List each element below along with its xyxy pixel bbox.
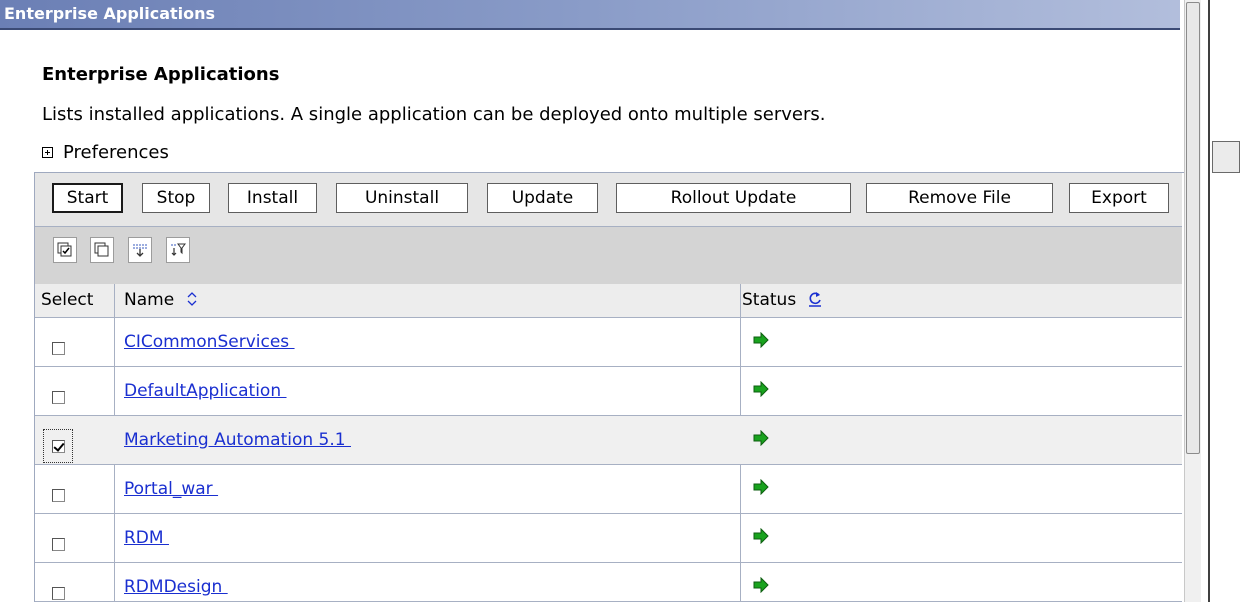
vertical-scrollbar[interactable] — [1184, 0, 1201, 602]
started-arrow-icon — [753, 332, 769, 348]
app-link[interactable]: Portal_war — [124, 479, 218, 499]
sort-icon[interactable] — [186, 291, 198, 307]
scrollbar-thumb[interactable] — [1186, 2, 1200, 454]
title-bar: Enterprise Applications — [0, 0, 1180, 30]
table-row-selected: Marketing Automation 5.1 — [35, 416, 1182, 465]
app-link[interactable]: CICommonServices — [124, 332, 295, 352]
table-row: Portal_war — [35, 465, 1182, 514]
stop-button[interactable]: Stop — [142, 183, 210, 213]
row-checkbox[interactable] — [52, 342, 65, 355]
name-column-label: Name — [124, 290, 175, 310]
page-description: Lists installed applications. A single a… — [42, 104, 826, 125]
row-checkbox[interactable] — [52, 440, 65, 453]
table-row: RDM — [35, 514, 1182, 563]
filter-icon[interactable] — [166, 237, 190, 263]
select-all-icon[interactable] — [53, 237, 77, 263]
uninstall-button[interactable]: Uninstall — [336, 183, 468, 213]
table-header-row: Select Name Status — [35, 284, 1182, 318]
update-button[interactable]: Update — [487, 183, 598, 213]
started-arrow-icon — [753, 430, 769, 446]
page: Enterprise Applications Enterprise Appli… — [0, 0, 1240, 602]
app-link[interactable]: RDMDesign — [124, 577, 228, 597]
title-bar-text: Enterprise Applications — [4, 4, 216, 23]
started-arrow-icon — [753, 479, 769, 495]
outer-scrollbar-thumb[interactable] — [1212, 141, 1240, 173]
table-row: RDMDesign — [35, 563, 1182, 602]
remove-file-button[interactable]: Remove File — [866, 183, 1053, 213]
status-column-header: Status — [742, 290, 822, 310]
rollout-update-button[interactable]: Rollout Update — [616, 183, 851, 213]
deselect-all-icon[interactable] — [90, 237, 114, 263]
table-row: CICommonServices — [35, 318, 1182, 367]
outer-scrollbar[interactable] — [1210, 0, 1240, 602]
row-checkbox[interactable] — [52, 538, 65, 551]
table-row: DefaultApplication — [35, 367, 1182, 416]
page-heading: Enterprise Applications — [42, 64, 280, 85]
action-toolbar: Start Stop Install Uninstall Update Roll… — [35, 173, 1182, 227]
name-column-header[interactable]: Name — [124, 290, 198, 310]
install-button[interactable]: Install — [228, 183, 317, 213]
row-checkbox[interactable] — [52, 391, 65, 404]
row-checkbox[interactable] — [52, 587, 65, 600]
expand-all-icon[interactable] — [128, 237, 152, 263]
started-arrow-icon — [753, 381, 769, 397]
app-link[interactable]: DefaultApplication — [124, 381, 287, 401]
status-column-label: Status — [742, 290, 797, 310]
started-arrow-icon — [753, 577, 769, 593]
preferences-toggle[interactable]: Preferences — [42, 142, 169, 163]
export-button[interactable]: Export — [1069, 183, 1169, 213]
row-checkbox[interactable] — [52, 489, 65, 502]
icon-toolbar — [35, 227, 1182, 285]
refresh-icon[interactable] — [808, 290, 822, 308]
preferences-label: Preferences — [63, 142, 169, 163]
select-column-header: Select — [41, 290, 94, 310]
start-button[interactable]: Start — [52, 183, 123, 213]
expand-plus-icon — [42, 147, 53, 158]
app-link[interactable]: RDM — [124, 528, 169, 548]
app-link[interactable]: Marketing Automation 5.1 — [124, 430, 351, 450]
started-arrow-icon — [753, 528, 769, 544]
